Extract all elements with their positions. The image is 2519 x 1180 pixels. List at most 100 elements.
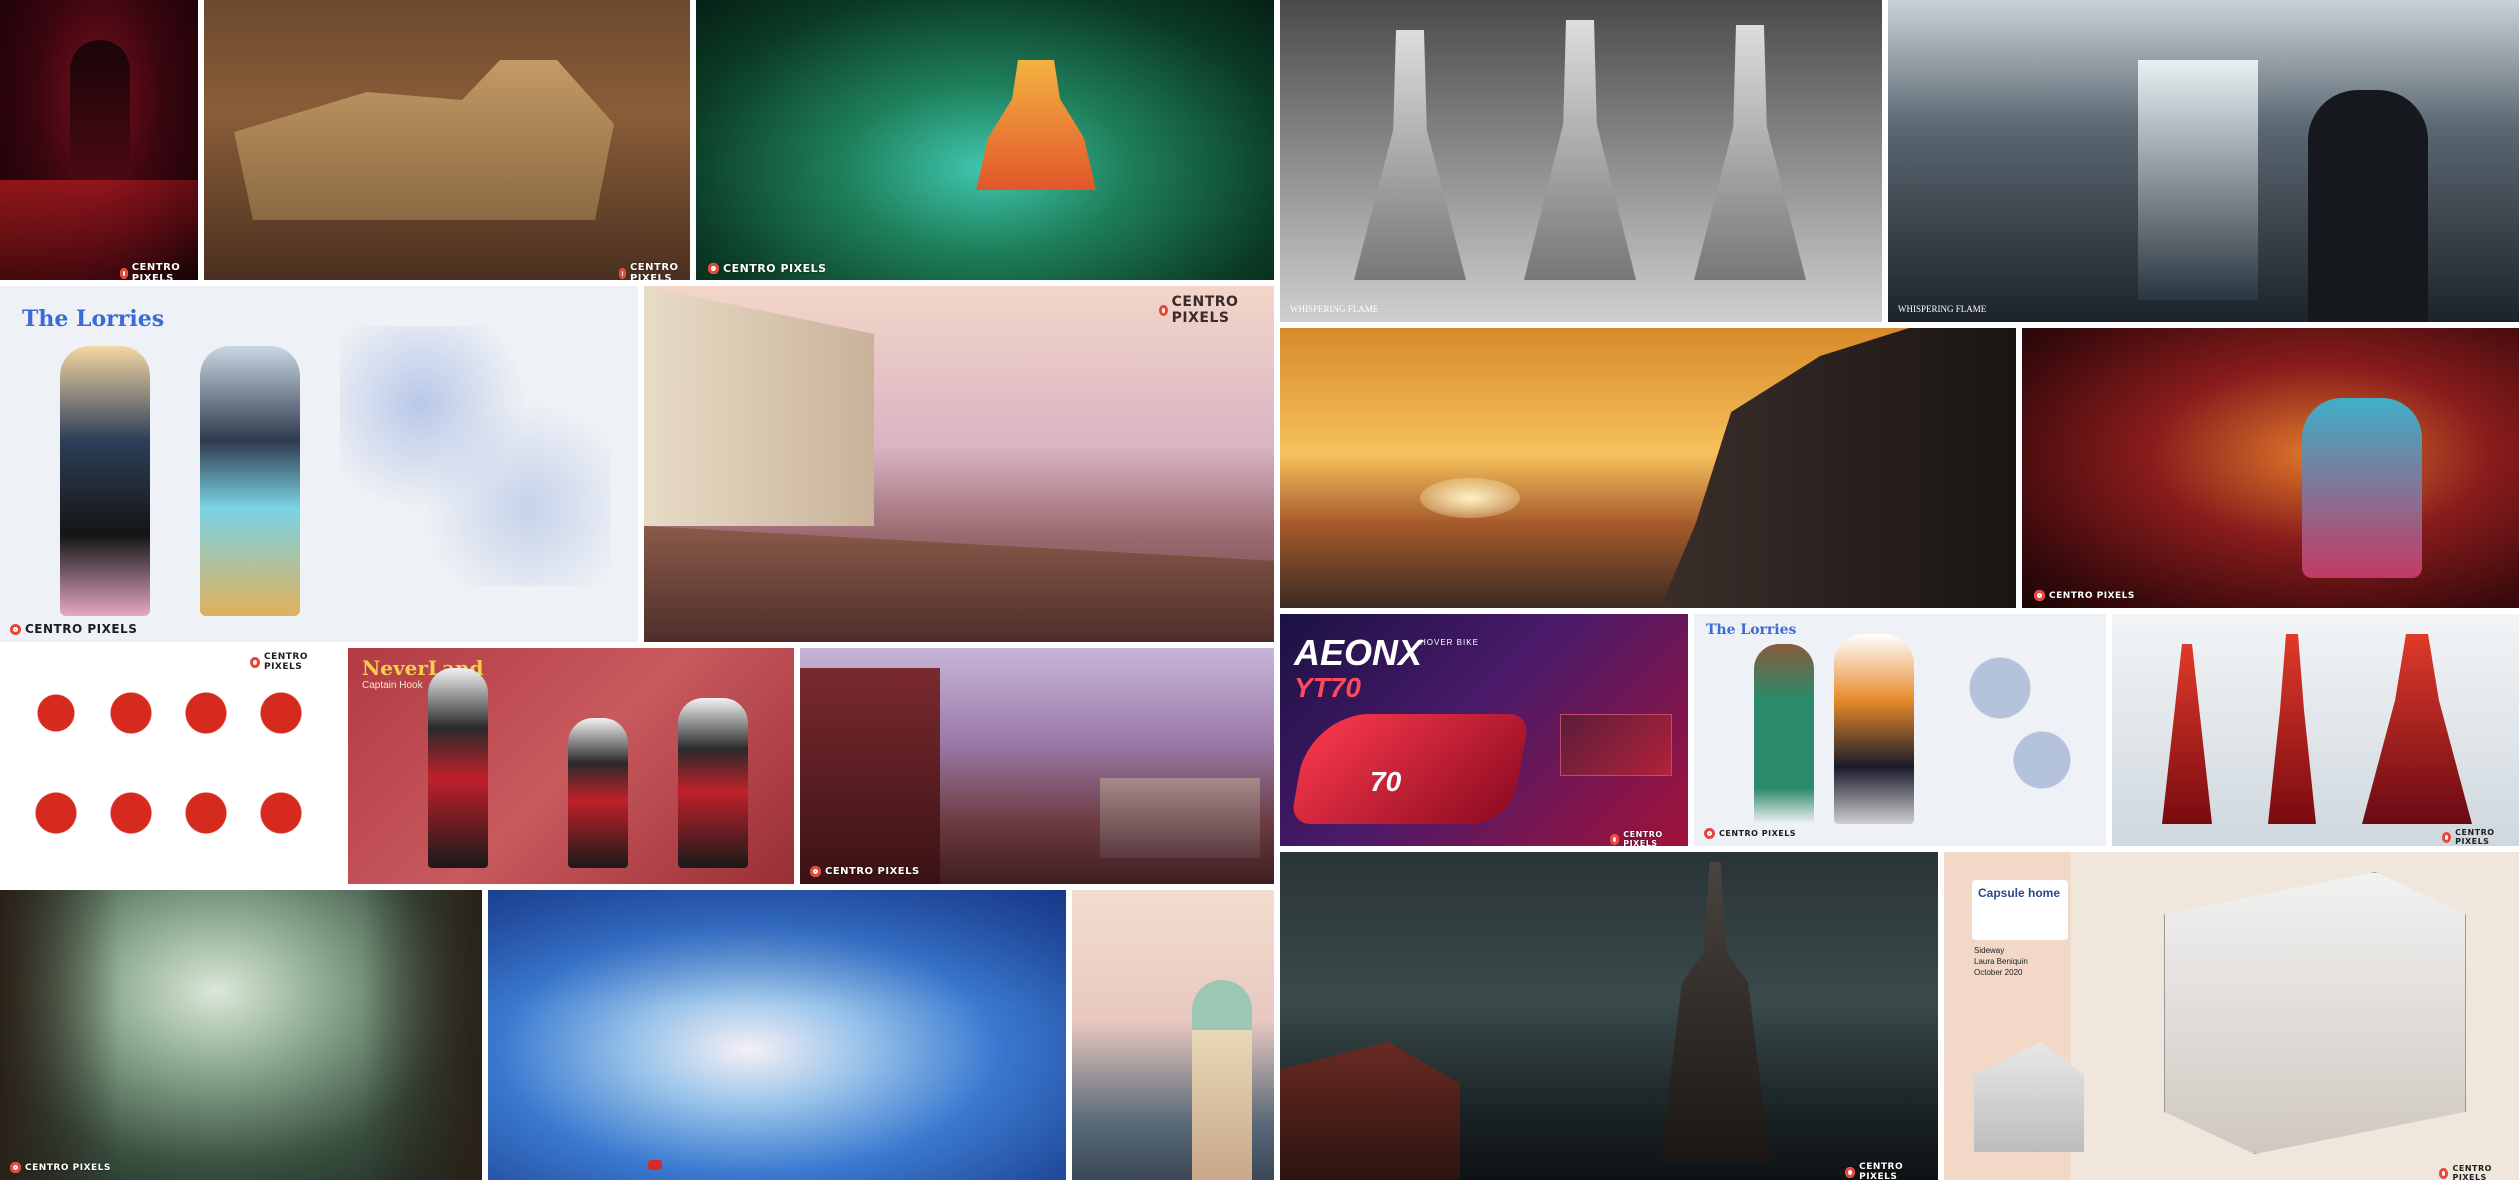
watermark: CENTRO PIXELS <box>2442 828 2519 846</box>
bike-detail-panel <box>1560 714 1672 776</box>
sun-glow <box>1420 478 1520 518</box>
artwork-title: WHISPERING FLAME <box>1898 304 1987 314</box>
watermark: CENTRO PIXELS <box>810 866 920 877</box>
artwork-title: Capsule home <box>1978 886 2061 900</box>
tree-right <box>362 890 482 1180</box>
castle-silhouette <box>1660 862 1770 1162</box>
dock <box>644 526 1274 642</box>
heads-row-1 <box>20 668 320 758</box>
castle-walls <box>234 60 614 220</box>
artwork-tag: HOVER BIKE <box>1420 638 1479 647</box>
artwork-jungle-temple[interactable]: CENTRO PIXELS <box>696 0 1274 280</box>
artwork-tentacle-figures[interactable]: WHISPERING FLAME <box>1280 0 1882 322</box>
sketch-poses <box>340 326 610 586</box>
cliffs <box>1660 328 2016 608</box>
shelves <box>800 668 940 884</box>
artwork-harbor-street[interactable]: CENTRO PIXELS <box>644 286 1274 642</box>
character-1 <box>428 668 488 868</box>
artwork-neverland[interactable]: NeverLand Captain Hook <box>348 648 794 884</box>
artwork-lighthouse[interactable] <box>1072 890 1274 1180</box>
credit-line-3: October 2020 <box>1974 968 2023 977</box>
watermark: CENTRO PIXELS <box>1610 830 1688 846</box>
watermark: CENTRO PIXELS <box>2034 590 2135 601</box>
room-cutaway <box>2164 872 2466 1154</box>
credit-line-1: Sideway <box>1974 946 2005 955</box>
watermark: CENTRO PIXELS <box>1159 294 1274 326</box>
watermark: CENTRO PIXELS <box>120 262 198 280</box>
artwork-subtitle: YT70 <box>1294 672 1361 703</box>
rooftop <box>1280 1042 1460 1180</box>
watermark: CENTRO PIXELS <box>708 262 827 275</box>
hover-bike <box>1290 714 1530 824</box>
artwork-title: WHISPERING FLAME <box>1290 304 1379 314</box>
artwork-forest[interactable]: CENTRO PIXELS <box>0 890 482 1180</box>
figure-center <box>1524 20 1636 280</box>
artwork-night-castle[interactable]: CENTRO PIXELS <box>1280 852 1938 1180</box>
watermark: CENTRO PIXELS <box>1704 828 1796 839</box>
artwork-aeonx[interactable]: AEONX YT70 HOVER BIKE 70 CENTRO PIXELS <box>1280 614 1688 846</box>
artwork-red-lair[interactable]: CENTRO PIXELS <box>2022 328 2519 608</box>
artwork-bedroom[interactable]: CENTRO PIXELS <box>800 648 1274 884</box>
artwork-creature-red[interactable]: CENTRO PIXELS <box>0 0 198 280</box>
figure-right <box>1694 25 1806 280</box>
logo-icon <box>10 1162 21 1173</box>
creature-silhouette <box>70 40 130 180</box>
tree-left <box>0 890 120 1180</box>
series-logo: The Lorries <box>22 306 165 332</box>
artwork-red-hair-heads[interactable]: CENTRO PIXELS <box>0 648 342 884</box>
character-silhouette <box>2308 90 2428 322</box>
light-column <box>2138 60 2258 300</box>
watermark: CENTRO PIXELS <box>619 262 690 280</box>
creature-1 <box>2162 644 2212 824</box>
logo-icon <box>250 656 260 668</box>
heads-row-2 <box>20 768 320 858</box>
logo-icon <box>810 866 821 877</box>
sketch-studies <box>1944 634 2084 814</box>
artwork-castle[interactable]: CENTRO PIXELS <box>204 0 690 280</box>
logo-icon <box>1845 1166 1856 1178</box>
logo-icon <box>1704 828 1715 839</box>
logo-icon <box>120 267 128 279</box>
character-front <box>60 346 150 616</box>
desk-setup <box>1974 1042 2084 1152</box>
buildings <box>644 286 874 526</box>
bike-number: 70 <box>1370 766 1402 797</box>
creature-3 <box>2362 634 2472 824</box>
ice-arch <box>488 890 1066 1180</box>
artwork-sunset-cliffs[interactable] <box>1280 328 2016 608</box>
artwork-red-creatures[interactable]: CENTRO PIXELS <box>2112 614 2519 846</box>
logo-icon <box>619 267 626 279</box>
character-pose <box>200 346 300 616</box>
desk <box>1100 778 1260 858</box>
boat <box>648 1160 662 1170</box>
series-logo: The Lorries <box>1706 622 1797 638</box>
logo-icon <box>1610 833 1620 845</box>
watermark: CENTRO PIXELS <box>10 622 137 636</box>
artwork-archer-sheet[interactable]: The Lorries CENTRO PIXELS <box>0 286 638 642</box>
logo-icon <box>708 263 719 274</box>
info-card: Capsule home <box>1972 880 2068 940</box>
artwork-subtitle: Captain Hook <box>362 680 423 691</box>
temple <box>976 60 1096 190</box>
logo-icon <box>1159 304 1168 316</box>
logo-icon <box>2442 831 2452 843</box>
artwork-two-characters[interactable]: The Lorries CENTRO PIXELS <box>1694 614 2106 846</box>
creature <box>2302 398 2422 578</box>
artwork-ice-cave[interactable] <box>488 890 1066 1180</box>
logo-icon <box>10 623 21 635</box>
credit-line-2: Laura Beniquin <box>1974 957 2028 966</box>
creature-2 <box>2268 634 2316 824</box>
artwork-interior-hall[interactable]: WHISPERING FLAME <box>1888 0 2519 322</box>
artwork-title: AEONX <box>1294 632 1423 673</box>
artwork-capsule-home[interactable]: Capsule home Sideway Laura Beniquin Octo… <box>1944 852 2519 1180</box>
character-1 <box>1754 644 1814 824</box>
watermark: CENTRO PIXELS <box>2439 1164 2519 1180</box>
watermark: CENTRO PIXELS <box>10 1162 111 1173</box>
watermark: CENTRO PIXELS <box>1845 1162 1938 1180</box>
lighthouse-tower <box>1192 980 1252 1180</box>
watermark: CENTRO PIXELS <box>250 652 342 672</box>
logo-icon <box>2439 1167 2449 1179</box>
character-3 <box>678 698 748 868</box>
figure-left <box>1354 30 1466 280</box>
character-2 <box>1834 634 1914 824</box>
